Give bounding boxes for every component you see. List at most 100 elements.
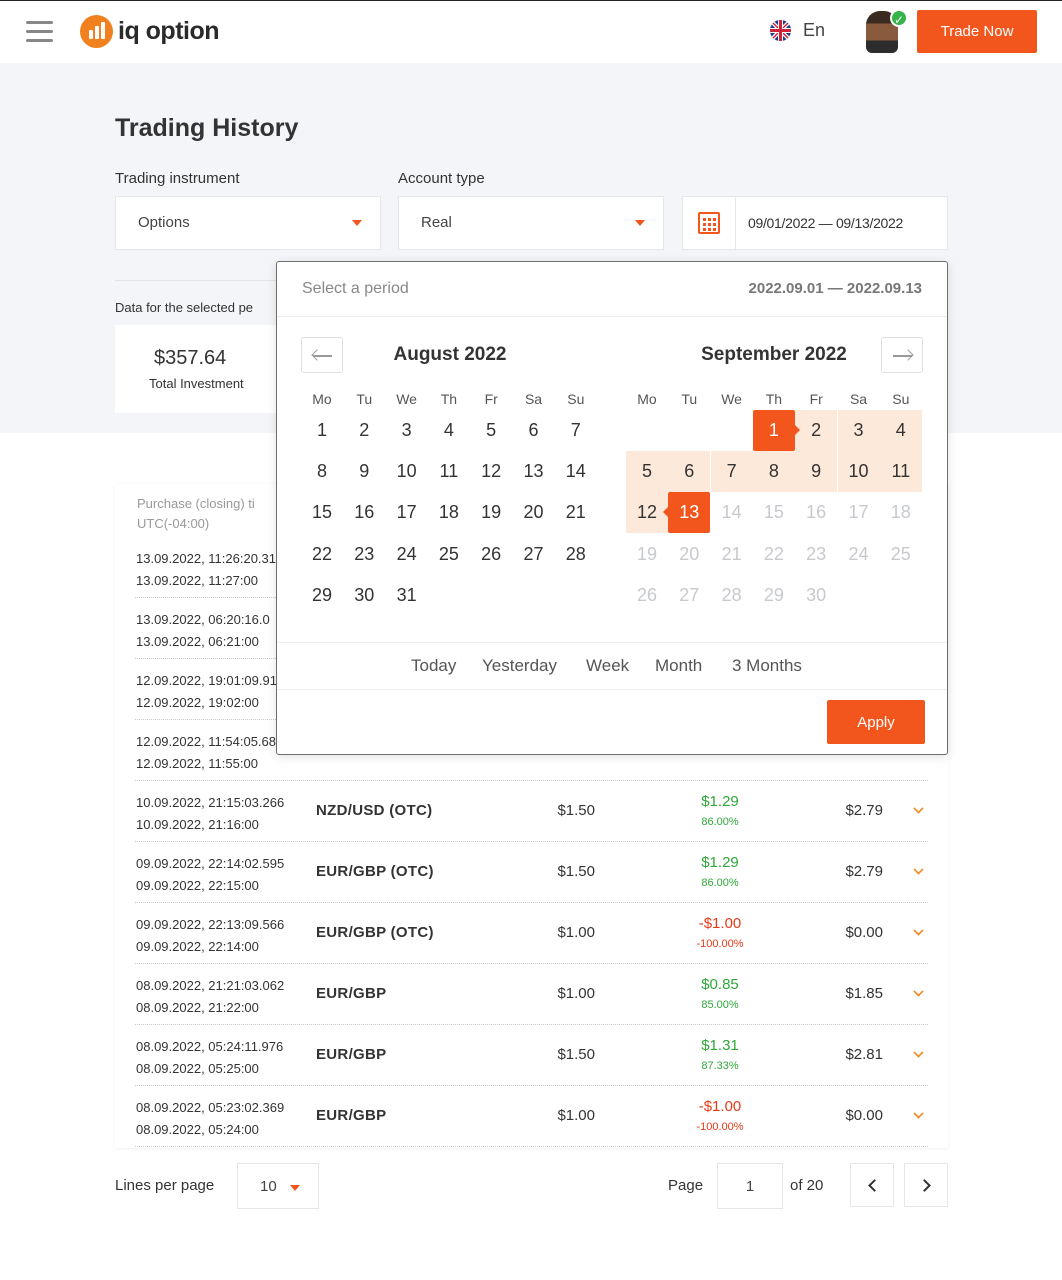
calendar-day[interactable]: 24 bbox=[386, 534, 428, 575]
calendar-day[interactable]: 20 bbox=[513, 492, 555, 533]
hamburger-menu-icon[interactable] bbox=[26, 21, 54, 43]
calendar-day[interactable]: 22 bbox=[753, 534, 795, 575]
calendar-day[interactable]: 11 bbox=[428, 451, 470, 492]
calendar-day[interactable]: 27 bbox=[668, 575, 710, 616]
calendar-day[interactable]: 8 bbox=[301, 451, 343, 492]
calendar-day[interactable]: 26 bbox=[626, 575, 668, 616]
calendar-day[interactable]: 25 bbox=[428, 534, 470, 575]
calendar-day[interactable]: 18 bbox=[428, 492, 470, 533]
table-row[interactable]: 08.09.2022, 21:21:03.062 08.09.2022, 21:2… bbox=[115, 964, 948, 1025]
calendar-day[interactable]: 26 bbox=[470, 534, 512, 575]
trade-now-button[interactable]: Trade Now bbox=[917, 10, 1037, 53]
expand-row-chevron-icon[interactable] bbox=[913, 925, 924, 936]
calendar-day[interactable]: 4 bbox=[879, 410, 922, 451]
calendar-day[interactable]: 16 bbox=[795, 492, 837, 533]
calendar-day[interactable]: 2 bbox=[795, 410, 838, 451]
quick-period-option[interactable]: Yesterday bbox=[482, 656, 557, 676]
calendar-day[interactable]: 27 bbox=[513, 534, 555, 575]
quick-period-option[interactable]: Today bbox=[411, 656, 456, 676]
calendar-day[interactable]: 5 bbox=[470, 410, 512, 451]
calendar-day[interactable]: 18 bbox=[880, 492, 922, 533]
calendar-day[interactable]: 12 bbox=[470, 451, 512, 492]
quick-period-option[interactable]: 3 Months bbox=[732, 656, 802, 676]
next-month-button[interactable] bbox=[881, 337, 923, 373]
language-selector[interactable]: En bbox=[770, 20, 825, 41]
expand-row-chevron-icon[interactable] bbox=[913, 986, 924, 997]
calendar-day[interactable]: 3 bbox=[386, 410, 428, 451]
calendar-day[interactable]: 29 bbox=[301, 575, 343, 616]
calendar-day[interactable]: 20 bbox=[668, 534, 710, 575]
calendar-day[interactable]: 21 bbox=[555, 492, 597, 533]
calendar-day[interactable]: 6 bbox=[513, 410, 555, 451]
total-investment-card: $357.64 Total Investment bbox=[115, 325, 280, 413]
date-range-field[interactable]: 09/01/2022 — 09/13/2022 bbox=[682, 196, 948, 250]
quick-period-option[interactable]: Month bbox=[655, 656, 702, 676]
calendar-day[interactable]: 4 bbox=[428, 410, 470, 451]
calendar-day[interactable]: 23 bbox=[343, 534, 385, 575]
calendar-button[interactable] bbox=[683, 197, 736, 249]
account-type-select[interactable]: Real bbox=[398, 196, 664, 250]
range-start-marker bbox=[794, 425, 800, 435]
table-row[interactable]: 08.09.2022, 05:23:02.369 08.09.2022, 05:2… bbox=[115, 1086, 948, 1147]
apply-button[interactable]: Apply bbox=[827, 700, 925, 744]
calendar-day[interactable]: 2 bbox=[343, 410, 385, 451]
calendar-day[interactable]: 14 bbox=[555, 451, 597, 492]
calendar-day[interactable]: 5 bbox=[626, 451, 668, 493]
table-row[interactable]: 09.09.2022, 22:14:02.595 09.09.2022, 22:1… bbox=[115, 842, 948, 903]
quick-period-option[interactable]: Week bbox=[586, 656, 629, 676]
calendar-day[interactable]: 25 bbox=[880, 534, 922, 575]
expand-row-chevron-icon[interactable] bbox=[913, 864, 924, 875]
calendar-day[interactable]: 1 bbox=[752, 410, 795, 451]
calendar-day[interactable]: 13 bbox=[513, 451, 555, 492]
calendar-day[interactable]: 19 bbox=[626, 534, 668, 575]
calendar-day[interactable]: 14 bbox=[711, 492, 753, 533]
calendar-day[interactable]: 8 bbox=[752, 451, 795, 493]
calendar-day[interactable]: 12 bbox=[626, 492, 668, 534]
calendar-day[interactable]: 15 bbox=[753, 492, 795, 533]
calendar-day[interactable]: 15 bbox=[301, 492, 343, 533]
calendar-day[interactable]: 11 bbox=[879, 451, 922, 493]
calendar-day[interactable]: 10 bbox=[386, 451, 428, 492]
expand-row-chevron-icon[interactable] bbox=[913, 1047, 924, 1058]
calendar-day[interactable]: 28 bbox=[555, 534, 597, 575]
calendar-day[interactable]: 24 bbox=[838, 534, 880, 575]
calendar-day[interactable]: 28 bbox=[711, 575, 753, 616]
next-page-button[interactable] bbox=[904, 1163, 948, 1207]
calendar-day[interactable]: 9 bbox=[343, 451, 385, 492]
calendar-day[interactable]: 30 bbox=[343, 575, 385, 616]
table-row[interactable]: 09.09.2022, 22:13:09.566 09.09.2022, 22:1… bbox=[115, 903, 948, 964]
weekday-label: We bbox=[396, 391, 417, 407]
calendar-day[interactable]: 29 bbox=[753, 575, 795, 616]
open-time: 08.09.2022, 21:21:03.062 bbox=[136, 978, 285, 993]
page-number-input[interactable] bbox=[717, 1163, 783, 1209]
calendar-day[interactable]: 10 bbox=[837, 451, 880, 493]
previous-page-button[interactable] bbox=[850, 1163, 894, 1207]
calendar-day[interactable]: 22 bbox=[301, 534, 343, 575]
calendar-day[interactable]: 31 bbox=[386, 575, 428, 616]
calendar-day[interactable]: 6 bbox=[668, 451, 711, 493]
calendar-day[interactable]: 21 bbox=[711, 534, 753, 575]
table-row[interactable]: 08.09.2022, 05:24:11.976 08.09.2022, 05:2… bbox=[115, 1025, 948, 1086]
calendar-day[interactable]: 1 bbox=[301, 410, 343, 451]
calendar-day[interactable]: 7 bbox=[555, 410, 597, 451]
calendar-day[interactable]: 9 bbox=[795, 451, 838, 493]
iq-option-logo[interactable]: iq option bbox=[80, 15, 220, 48]
lines-per-page-select[interactable]: 10 bbox=[237, 1163, 319, 1209]
calendar-day[interactable]: 30 bbox=[795, 575, 837, 616]
calendar-day[interactable]: 19 bbox=[470, 492, 512, 533]
previous-month-button[interactable] bbox=[301, 337, 343, 373]
calendar-day[interactable]: 17 bbox=[386, 492, 428, 533]
calendar-day[interactable]: 7 bbox=[710, 451, 753, 493]
total-amount: $2.79 bbox=[845, 802, 883, 819]
calendar-day[interactable]: 23 bbox=[795, 534, 837, 575]
calendar-day[interactable]: 3 bbox=[837, 410, 880, 451]
calendar-day[interactable]: 13 bbox=[668, 492, 711, 534]
table-row[interactable]: 10.09.2022, 21:15:03.266 10.09.2022, 21:1… bbox=[115, 781, 948, 842]
calendar-day[interactable]: 17 bbox=[838, 492, 880, 533]
expand-row-chevron-icon[interactable] bbox=[913, 803, 924, 814]
row-dates: 10.09.2022, 21:15:03.266 10.09.2022, 21:1… bbox=[136, 792, 284, 836]
instrument-select[interactable]: Options bbox=[115, 196, 381, 250]
expand-row-chevron-icon[interactable] bbox=[913, 1108, 924, 1119]
profit-cell: $0.85 85.00% bbox=[675, 975, 765, 1015]
calendar-day[interactable]: 16 bbox=[343, 492, 385, 533]
